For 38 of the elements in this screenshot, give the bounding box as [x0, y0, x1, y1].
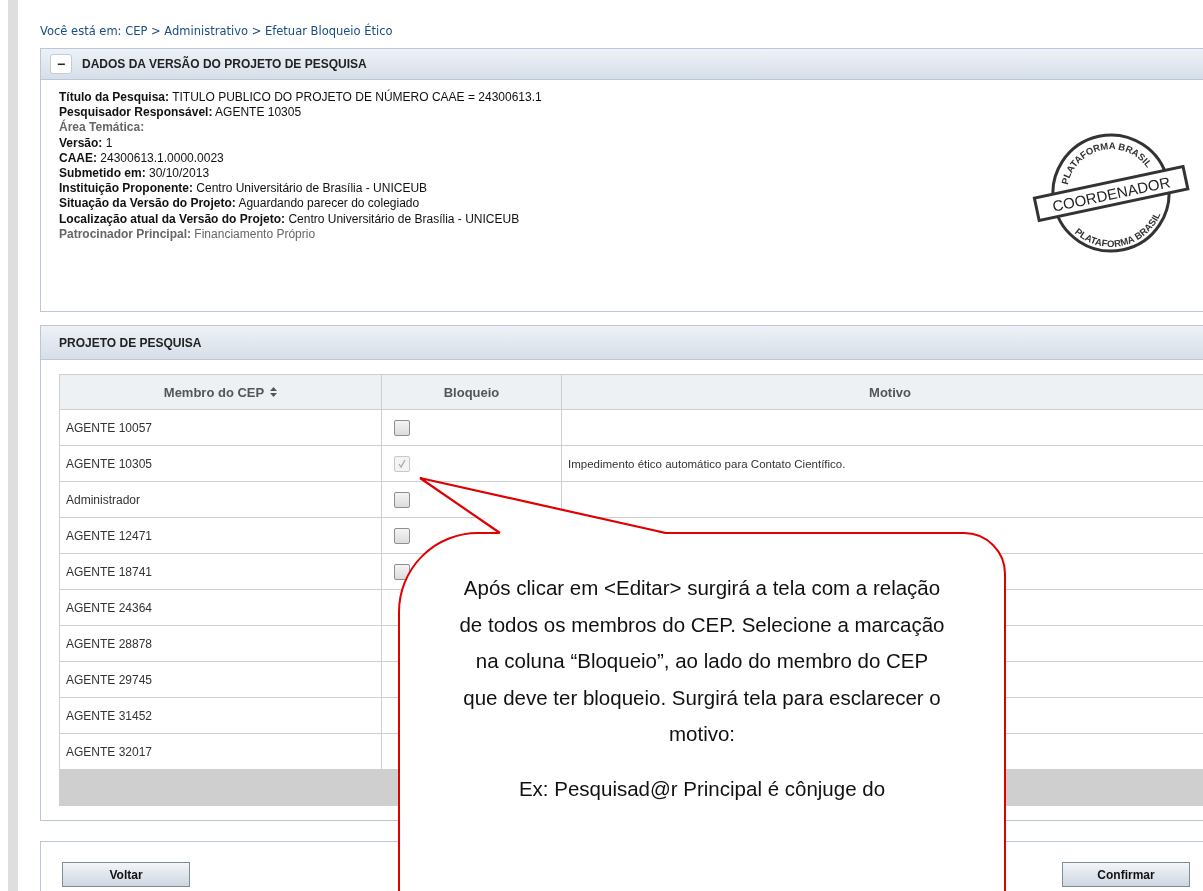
table-cell: AGENTE 24364: [59, 589, 382, 626]
table-cell: Impedimento ético automático para Contato Científico.: [568, 457, 846, 470]
table-cell: Administrador: [59, 481, 382, 518]
field-line: Área Temática:: [59, 120, 146, 136]
table-cell: AGENTE 32017: [59, 733, 382, 770]
field-line: Patrocinador Principal: Financiamento Próprio: [59, 226, 317, 243]
field-line: Localização atual da Versão do Projeto: Centro Universitário de Brasília - UNICEUB: [59, 211, 521, 227]
column-header: Motivo: [561, 374, 1203, 410]
checkbox[interactable]: [394, 419, 410, 436]
sort-icon[interactable]: [270, 387, 278, 397]
table-cell: AGENTE 10057: [59, 409, 382, 446]
checkbox[interactable]: [394, 491, 410, 508]
back-button[interactable]: Voltar: [62, 862, 190, 887]
checkbox[interactable]: [394, 527, 410, 544]
field-line: Submetido em: 30/10/2013: [59, 166, 211, 182]
column-header: Bloqueio: [381, 374, 562, 410]
field-line: Versão: 1: [59, 135, 114, 151]
table-cell: AGENTE 12471: [59, 517, 382, 554]
table-cell: AGENTE 28878: [59, 625, 382, 662]
column-header[interactable]: Membro do CEP: [59, 374, 382, 410]
table-cell: AGENTE 31452: [59, 697, 382, 734]
checkbox[interactable]: [394, 563, 410, 580]
table-cell: AGENTE 18741: [59, 553, 382, 590]
checkmark-icon: [397, 458, 407, 469]
collapse-button[interactable]: −: [50, 54, 72, 74]
callout-text: Ex: Pesquisad@r Principal é cônjuge do: [517, 775, 887, 802]
panel-title: PROJETO DE PESQUISA: [59, 335, 202, 350]
field-line: Pesquisador Responsável: AGENTE 10305: [59, 105, 303, 120]
table-cell: AGENTE 29745: [59, 661, 382, 698]
confirm-button[interactable]: Confirmar: [1062, 862, 1190, 887]
field-line: CAAE: 24300613.1.0000.0023: [59, 150, 225, 166]
field-line: Instituição Proponente: Centro Universitário de Brasília - UNICEUB: [59, 181, 429, 197]
field-line: Título da Pesquisa: TITULO PUBLICO DO PROJETO DE NÚMERO CAAE = 24300613.1: [59, 90, 542, 106]
panel-title: DADOS DA VERSÃO DO PROJETO DE PESQUISA: [82, 57, 367, 71]
callout-text: Após clicar em <Editar> surgirá a tela com a relação de todos os membros do CEP. Selecione a marcação na coluna “Bloqueio”, ao lado do membro do CEP que deve ter bloqueio. Surgirá tela para esclarecer o motivo:: [458, 575, 946, 747]
breadcrumb: Você está em: CEP > Administrativo > Efetuar Bloqueio Ético: [40, 24, 394, 38]
table-cell: AGENTE 10305: [59, 445, 382, 482]
field-line: Situação da Versão do Projeto: Aguardando parecer do colegiado: [59, 196, 421, 212]
